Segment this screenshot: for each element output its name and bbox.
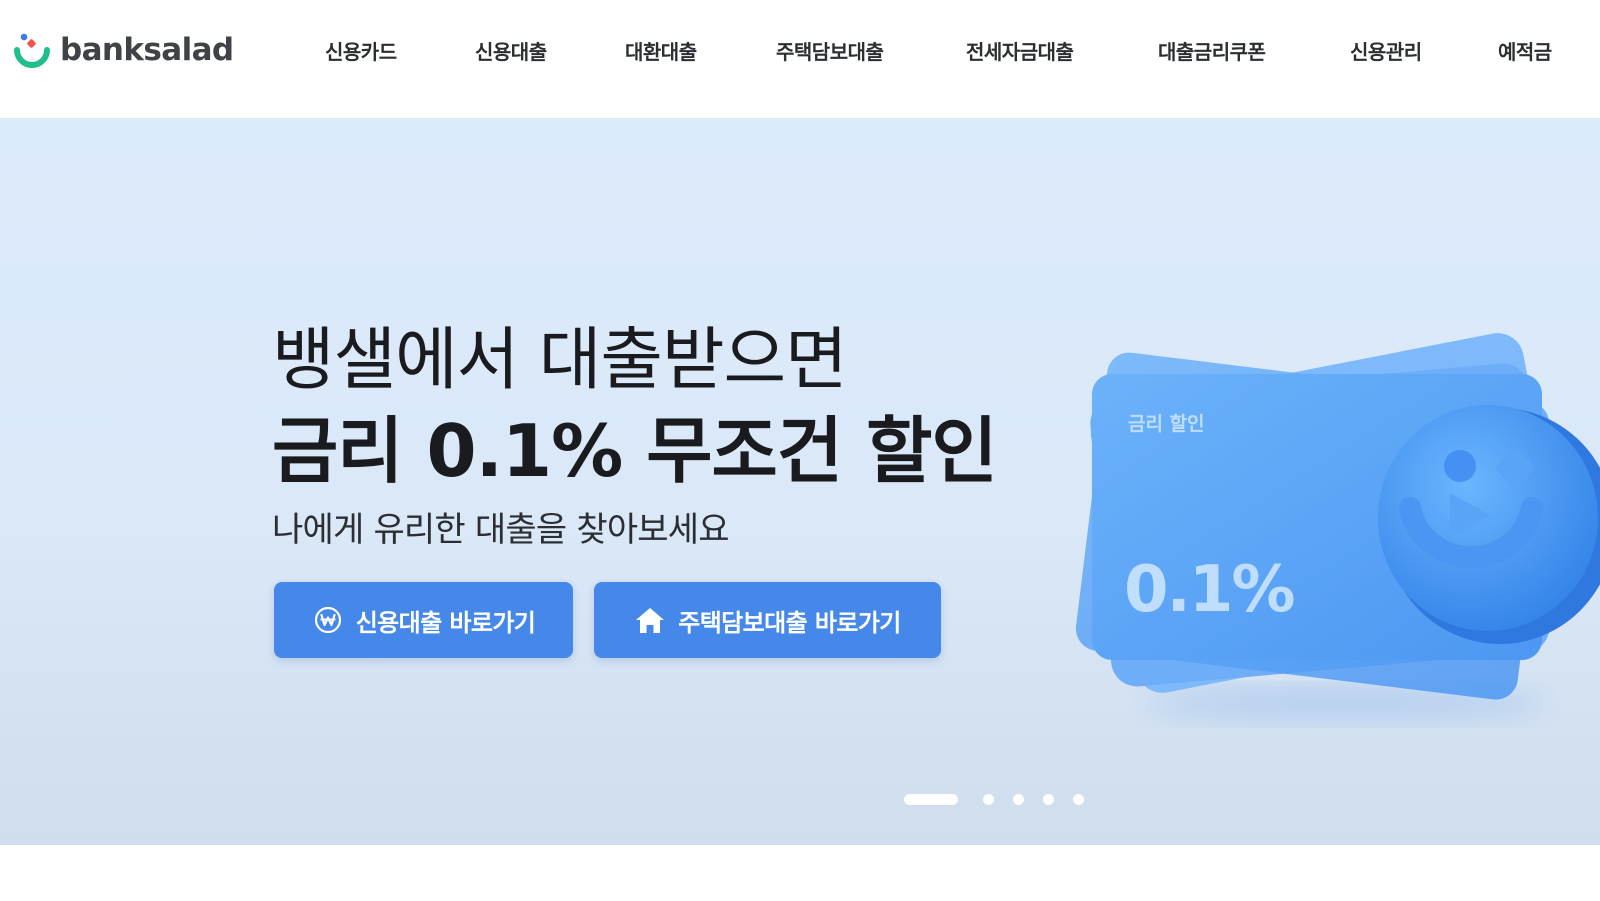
rate-discount-card-illustration: 금리 할인 0.1% [1075,333,1600,719]
nav-item-savings[interactable]: 예적금 [1498,36,1552,65]
top-navigation-bar: banksalad 신용카드 신용대출 대환대출 주택담보대출 전세자금대출 대… [0,0,1600,118]
pagination-dot[interactable] [1073,794,1084,805]
carousel-pagination [904,794,1084,805]
hero-headline-line2: 금리 0.1% 무조건 할인 [272,409,998,493]
pagination-dot-active[interactable] [904,794,958,805]
nav-item-credit-loan[interactable]: 신용대출 [475,36,547,65]
hero-subtitle: 나에게 유리한 대출을 찾아보세요 [272,510,730,550]
mortgage-loan-shortcut-label: 주택담보대출 바로가기 [678,608,901,637]
nav-item-credit-management[interactable]: 신용관리 [1350,36,1422,65]
banksalad-logo[interactable]: banksalad [14,30,234,70]
card-label: 금리 할인 [1128,412,1205,435]
pagination-dot[interactable] [983,794,994,805]
card-rate-value: 0.1% [1124,553,1294,627]
hero-headline-line1: 뱅샐에서 대출받으면 [272,321,848,400]
hero-banner: 뱅샐에서 대출받으면 금리 0.1% 무조건 할인 나에게 유리한 대출을 찾아… [0,118,1600,845]
nav-item-refinance-loan[interactable]: 대환대출 [625,36,697,65]
house-icon [634,604,666,636]
pagination-dot[interactable] [1013,794,1024,805]
credit-loan-shortcut-button[interactable]: 신용대출 바로가기 [274,582,573,658]
nav-item-loan-rate-coupon[interactable]: 대출금리쿠폰 [1158,36,1266,65]
nav-item-credit-card[interactable]: 신용카드 [325,36,397,65]
nav-item-jeonse-loan[interactable]: 전세자금대출 [966,36,1074,65]
mortgage-loan-shortcut-button[interactable]: 주택담보대출 바로가기 [594,582,941,658]
page-content-area [0,845,1600,901]
nav-item-mortgage-loan[interactable]: 주택담보대출 [776,36,884,65]
won-coin-icon [312,604,344,636]
pagination-dot[interactable] [1043,794,1054,805]
banksalad-logo-icon [14,33,50,68]
logo-wordmark: banksalad [60,32,234,68]
credit-loan-shortcut-label: 신용대출 바로가기 [355,608,536,637]
